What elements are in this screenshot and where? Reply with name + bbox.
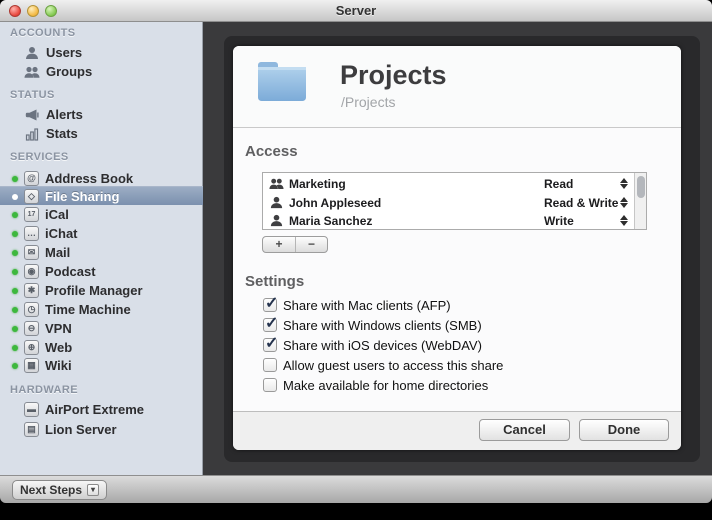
- ichat-icon: …: [24, 226, 39, 241]
- check-mark: ✓: [265, 293, 278, 313]
- user-icon: [24, 45, 40, 61]
- podcast-icon: ◉: [24, 264, 39, 279]
- section-header-hardware: HARDWARE: [10, 384, 78, 398]
- checkbox[interactable]: ✓: [263, 378, 277, 392]
- sidebar-item-podcast[interactable]: ◉ Podcast: [0, 262, 203, 281]
- service-status-dot: [12, 288, 18, 294]
- checkbox[interactable]: ✓: [263, 318, 277, 332]
- sidebar-item-wiki[interactable]: ▦ Wiki: [0, 356, 203, 375]
- service-status-dot: [12, 326, 18, 332]
- web-icon: ⊕: [24, 340, 39, 355]
- wiki-icon: ▦: [24, 358, 39, 373]
- server-window: Server ACCOUNTS Users Groups STATUS Aler…: [0, 0, 712, 503]
- file-sharing-icon: ◇: [24, 189, 39, 204]
- sidebar-item-airport-extreme[interactable]: ▬ AirPort Extreme: [0, 400, 203, 419]
- permission-value: Write: [544, 214, 574, 228]
- permission-value: Read & Write: [544, 196, 618, 210]
- sidebar-item-users[interactable]: Users: [0, 43, 203, 62]
- service-status-dot: [12, 176, 18, 182]
- cancel-button[interactable]: Cancel: [479, 419, 570, 441]
- permission-stepper[interactable]: [619, 177, 628, 190]
- sidebar-item-stats[interactable]: Stats: [0, 124, 203, 143]
- sidebar-item-vpn[interactable]: ⊖ VPN: [0, 319, 203, 338]
- section-header-accounts: ACCOUNTS: [10, 27, 76, 41]
- permission-value: Read: [544, 177, 573, 191]
- access-row[interactable]: Marketing Read: [263, 174, 633, 193]
- access-row[interactable]: Maria Sanchez Write: [263, 211, 633, 230]
- section-header-services: SERVICES: [10, 151, 69, 165]
- service-status-dot: [12, 363, 18, 369]
- titlebar: Server: [0, 0, 712, 22]
- chevron-down-icon: ▾: [87, 484, 99, 496]
- sidebar-item-ichat[interactable]: … iChat: [0, 224, 203, 243]
- share-header: Projects /Projects: [233, 46, 681, 128]
- sidebar-item-profile-manager[interactable]: ✱ Profile Manager: [0, 281, 203, 300]
- check-mark: ✓: [265, 333, 278, 353]
- access-heading: Access: [245, 143, 298, 160]
- mail-icon: ✉: [24, 245, 39, 260]
- done-button[interactable]: Done: [579, 419, 669, 441]
- address-book-icon: @: [24, 171, 39, 186]
- sidebar: ACCOUNTS Users Groups STATUS Alerts Stat: [0, 22, 203, 475]
- user-icon: [269, 195, 284, 210]
- add-button[interactable]: +: [263, 237, 295, 252]
- permission-stepper[interactable]: [619, 214, 628, 227]
- sidebar-item-groups[interactable]: Groups: [0, 62, 203, 81]
- share-path: /Projects: [341, 94, 395, 110]
- bottom-toolbar: Next Steps ▾: [0, 475, 712, 503]
- checkbox[interactable]: ✓: [263, 338, 277, 352]
- sidebar-item-mail[interactable]: ✉ Mail: [0, 243, 203, 262]
- settings-heading: Settings: [245, 273, 304, 290]
- scrollbar[interactable]: [634, 173, 646, 229]
- next-steps-button[interactable]: Next Steps ▾: [12, 480, 107, 500]
- sidebar-item-file-sharing[interactable]: ◇ File Sharing: [0, 186, 203, 205]
- service-status-dot: [12, 307, 18, 313]
- checkbox[interactable]: ✓: [263, 358, 277, 372]
- group-icon: [24, 64, 40, 80]
- service-status-dot: [12, 345, 18, 351]
- lion-server-icon: ▤: [24, 422, 39, 437]
- vpn-icon: ⊖: [24, 321, 39, 336]
- time-machine-icon: ◷: [24, 302, 39, 317]
- ical-icon: 17: [24, 207, 39, 222]
- add-remove-control: + −: [262, 236, 328, 253]
- check-mark: ✓: [265, 313, 278, 333]
- scrollbar-thumb[interactable]: [637, 176, 645, 198]
- service-status-dot: [12, 231, 18, 237]
- section-header-status: STATUS: [10, 89, 55, 103]
- profile-manager-icon: ✱: [24, 283, 39, 298]
- stats-icon: [24, 126, 40, 142]
- service-status-dot: [12, 212, 18, 218]
- service-status-dot: [12, 194, 18, 200]
- group-icon: [269, 176, 284, 191]
- remove-button[interactable]: −: [295, 237, 327, 252]
- dialog-footer: Cancel Done: [233, 411, 681, 450]
- sidebar-item-alerts[interactable]: Alerts: [0, 105, 203, 124]
- sidebar-item-time-machine[interactable]: ◷ Time Machine: [0, 300, 203, 319]
- share-detail-panel: Projects /Projects Access Marketing Read: [233, 46, 681, 450]
- alerts-icon: [24, 107, 40, 123]
- permission-stepper[interactable]: [619, 196, 628, 209]
- user-icon: [269, 213, 284, 228]
- folder-icon: [255, 59, 309, 110]
- service-status-dot: [12, 269, 18, 275]
- sidebar-item-lion-server[interactable]: ▤ Lion Server: [0, 420, 203, 439]
- sidebar-item-ical[interactable]: 17 iCal: [0, 205, 203, 224]
- checkbox[interactable]: ✓: [263, 298, 277, 312]
- access-row[interactable]: John Appleseed Read & Write: [263, 193, 633, 212]
- content-area: Projects /Projects Access Marketing Read: [204, 22, 712, 475]
- access-table: Marketing Read John Appleseed Read & Wri…: [262, 172, 647, 230]
- share-title: Projects: [340, 60, 447, 91]
- service-status-dot: [12, 250, 18, 256]
- window-title: Server: [0, 3, 712, 18]
- sidebar-item-web[interactable]: ⊕ Web: [0, 338, 203, 357]
- airport-extreme-icon: ▬: [24, 402, 39, 417]
